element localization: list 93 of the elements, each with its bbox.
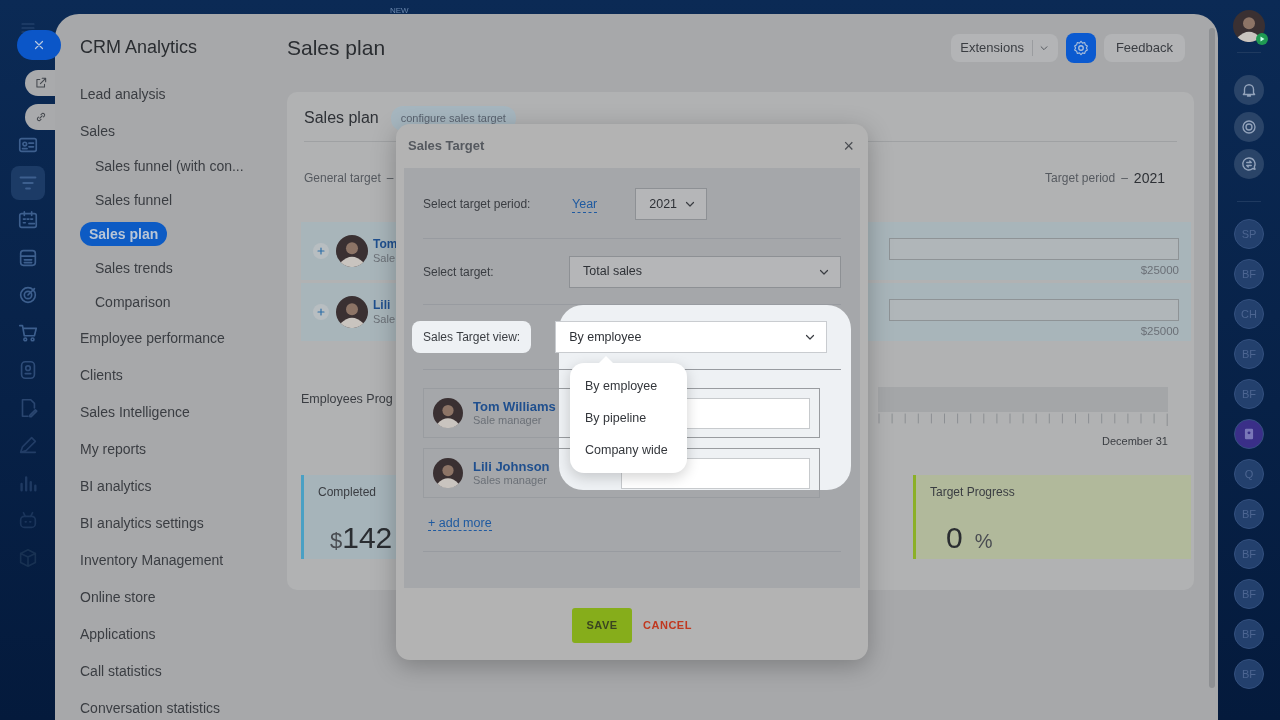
field-label: Select target period: <box>423 196 532 213</box>
general-target-label: General target <box>304 170 381 187</box>
contact-book-icon <box>1242 427 1256 441</box>
chat-swap-icon <box>1240 155 1258 173</box>
sidebar-item[interactable]: Sales trends <box>95 258 173 278</box>
currency-text: $ <box>330 527 343 555</box>
add-button[interactable] <box>313 303 329 320</box>
notification-icon <box>1240 81 1258 99</box>
play-badge-icon <box>1256 33 1268 45</box>
cancel-button[interactable]: CANCEL <box>643 618 692 632</box>
target-input[interactable] <box>889 299 1179 321</box>
sidebar-item[interactable]: Employee performance <box>80 327 225 348</box>
settings-button[interactable] <box>1065 33 1096 63</box>
scrollbar[interactable] <box>1209 28 1215 688</box>
sidebar-item[interactable]: BI analytics settings <box>80 512 204 533</box>
link-icon <box>34 110 48 124</box>
plus-icon <box>317 246 325 255</box>
amount-text: $25000 <box>1140 264 1179 277</box>
copy-link-button[interactable] <box>25 104 55 130</box>
stat-label: Target Progress <box>930 484 1016 501</box>
stat-label: Completed <box>318 484 378 501</box>
select-field[interactable]: Total sales <box>569 255 841 288</box>
sidebar-item[interactable]: Lead analysis <box>80 83 166 104</box>
avatar <box>433 398 463 428</box>
funnel-button[interactable] <box>10 165 45 200</box>
field-label: Select target: <box>423 263 495 281</box>
card-title: Sales plan <box>304 108 379 129</box>
sidebar-item[interactable]: Sales Intelligence <box>80 401 190 422</box>
dropdown-item[interactable]: By employee <box>570 370 687 402</box>
dash-text: – <box>386 170 394 187</box>
employee-name[interactable]: Tom Williams <box>473 399 556 414</box>
amount-text: $25000 <box>1140 325 1179 338</box>
caret-icon <box>1038 43 1049 53</box>
stat-value: 0 <box>946 520 963 556</box>
sidebar-item[interactable]: My reports <box>80 438 147 459</box>
sidebar-item[interactable]: Inventory Management <box>80 549 224 570</box>
chat-avatar[interactable] <box>1234 419 1264 449</box>
avatar <box>336 234 368 267</box>
sidebar-item[interactable]: Conversation statistics <box>80 697 221 718</box>
feedback-button[interactable]: Feedback <box>1103 34 1185 62</box>
period-value: 2021 <box>1133 168 1165 188</box>
avatar <box>336 295 368 328</box>
target-icon <box>1240 118 1258 136</box>
year-select[interactable]: 2021 <box>635 188 708 220</box>
open-in-new-button[interactable] <box>25 70 55 96</box>
end-date: December 31 <box>1100 433 1168 449</box>
new-label: NEW <box>390 5 409 17</box>
sidebar-item[interactable]: Comparison <box>95 292 171 312</box>
unit-text: % <box>974 529 993 554</box>
sidebar-title: CRM Analytics <box>80 36 199 59</box>
employee-name[interactable]: Lili Johnson <box>473 459 550 474</box>
sidebar-item[interactable]: Sales funnel <box>95 190 173 210</box>
sidebar-item[interactable]: BI analytics <box>80 475 152 496</box>
sidebar-item[interactable]: Call statistics <box>80 660 162 681</box>
sidebar-item[interactable]: Applications <box>80 623 156 644</box>
sidebar-item[interactable]: Sales plan <box>80 222 168 246</box>
select-field[interactable]: By employee <box>555 321 828 353</box>
plus-icon <box>317 307 325 316</box>
field-label: Sales Target view: <box>412 321 532 353</box>
add-more-link[interactable]: + add more <box>428 516 492 531</box>
sidebar-item[interactable]: Online store <box>80 586 156 607</box>
target-input[interactable] <box>889 238 1179 260</box>
progress-label: Employees Prog <box>301 390 393 408</box>
dropdown-item[interactable]: Company wide <box>570 434 687 466</box>
sidebar-item[interactable]: Clients <box>80 364 123 385</box>
period-label: Target period <box>1045 170 1116 187</box>
chat-swap-button[interactable] <box>1234 149 1264 179</box>
stat-value: 142 <box>342 520 393 556</box>
settings-icon <box>1071 39 1090 57</box>
modal-title: Sales Target <box>408 137 485 156</box>
calendar-icon[interactable] <box>16 209 39 231</box>
page-title: Sales plan <box>287 35 386 62</box>
extensions-button[interactable]: Extensions <box>951 34 1058 62</box>
external-link-icon <box>34 76 48 90</box>
save-button[interactable]: SAVE <box>572 607 633 643</box>
sidebar-item[interactable]: Sales funnel (with con... <box>95 156 244 176</box>
close-button[interactable] <box>17 30 61 60</box>
employee-role: Sale <box>373 312 396 326</box>
avatar <box>433 458 463 488</box>
target-button[interactable] <box>1234 112 1264 142</box>
notification-button[interactable] <box>1234 75 1264 105</box>
dropdown-item[interactable]: By pipeline <box>570 402 687 434</box>
close-icon <box>33 39 45 51</box>
employee-role: Sales manager <box>473 474 548 487</box>
add-button[interactable] <box>313 242 329 259</box>
sidebar-item[interactable]: Sales <box>80 120 116 141</box>
close-button[interactable]: × <box>843 137 854 155</box>
period-link[interactable]: Year <box>572 195 598 213</box>
employee-name[interactable]: Lili <box>373 297 396 313</box>
employee-role: Sale <box>373 251 397 265</box>
user-avatar[interactable] <box>1233 10 1265 42</box>
dash-text: – <box>1121 170 1128 187</box>
employee-role: Sale manager <box>473 414 543 427</box>
